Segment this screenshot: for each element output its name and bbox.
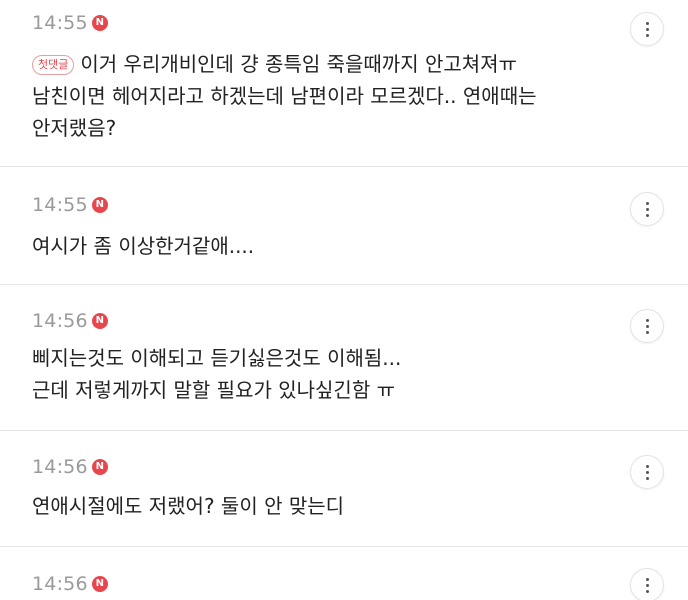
comment-line: 근데 저렇게까지 말할 필요가 있나싶긴함 ㅠ [32, 378, 395, 402]
comment-body: 여시가 좀 이상한거같애.... [32, 230, 608, 262]
new-badge-icon: N [91, 15, 108, 31]
comment-body: 첫댓글 이거 우리개비인데 걍 종특임 죽을때까지 안고쳐져ㅠ 남친이면 헤어지라… [32, 48, 608, 144]
more-options-button[interactable] [630, 455, 664, 489]
comment-list: 14:55 N 첫댓글 이거 우리개비인데 걍 종특임 죽을때까지 안고쳐져ㅠ 남… [0, 0, 688, 600]
comment-time: 14:55 [32, 194, 88, 216]
more-options-button[interactable] [630, 192, 664, 226]
comment-meta: 14:56 N [32, 309, 108, 333]
more-options-button[interactable] [630, 12, 664, 46]
comment-body: 삐지는것도 이해되고 듣기싫은것도 이해됨... 근데 저렇게까지 말할 필요가… [32, 342, 608, 406]
divider [0, 166, 688, 167]
comment-time: 14:56 [32, 456, 88, 478]
comment-time: 14:56 [32, 310, 88, 332]
new-badge-icon: N [91, 459, 108, 475]
divider [0, 546, 688, 547]
divider [0, 430, 688, 431]
first-comment-tag: 첫댓글 [32, 55, 75, 75]
comment-line: 안저랬음? [32, 116, 117, 140]
comment-line: 여시가 좀 이상한거같애.... [32, 234, 255, 258]
comment-time: 14:55 [32, 12, 88, 34]
comment-line: 첫댓글 이거 우리개비인데 걍 종특임 죽을때까지 안고쳐져ㅠ [32, 48, 608, 80]
more-vertical-icon [645, 318, 649, 334]
comment-body: 연애시절에도 저랬어? 둘이 안 맞는디 [32, 490, 608, 522]
comment-meta: 14:56 N [32, 455, 108, 479]
divider [0, 284, 688, 285]
comment-line: 삐지는것도 이해되고 듣기싫은것도 이해됨... [32, 346, 402, 370]
more-vertical-icon [645, 201, 649, 217]
more-options-button[interactable] [630, 568, 664, 600]
comment-text: 이거 우리개비인데 걍 종특임 죽을때까지 안고쳐져ㅠ [80, 52, 517, 76]
comment-meta: 14:56 N [32, 572, 108, 596]
more-vertical-icon [645, 21, 649, 37]
comment-line: 연애시절에도 저랬어? 둘이 안 맞는디 [32, 494, 345, 518]
new-badge-icon: N [91, 313, 108, 329]
comment-line: 남친이면 헤어지라고 하겠는데 남편이라 모르겠다.. 연애때는 [32, 84, 537, 108]
new-badge-icon: N [91, 576, 108, 592]
more-vertical-icon [645, 577, 649, 593]
more-options-button[interactable] [630, 309, 664, 343]
new-badge-icon: N [91, 197, 108, 213]
comment-meta: 14:55 N [32, 193, 108, 217]
comment-meta: 14:55 N [32, 11, 108, 35]
comment-time: 14:56 [32, 573, 88, 595]
more-vertical-icon [645, 464, 649, 480]
